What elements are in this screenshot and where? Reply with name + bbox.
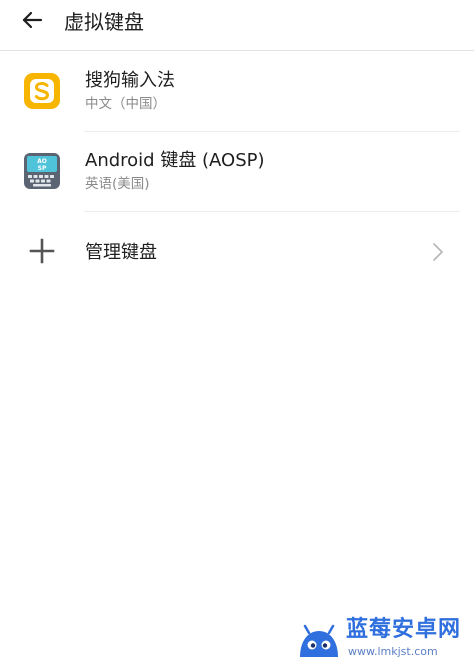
keyboard-item-text: 搜狗输入法 中文（中国）	[85, 68, 434, 114]
keyboard-item-text: Android 键盘 (AOSP) 英语(美国)	[85, 148, 434, 194]
keyboard-language: 英语(美国)	[85, 176, 150, 192]
watermark-name: 蓝莓安卓网	[346, 617, 462, 642]
plus-icon	[23, 232, 61, 270]
keyboard-item-sogou[interactable]: 搜狗输入法 中文（中国）	[0, 52, 474, 132]
svg-text:SP: SP	[38, 165, 47, 172]
page-title: 虚拟键盘	[64, 10, 144, 34]
manage-keyboards-label: 管理键盘	[85, 242, 157, 263]
manage-keyboards-item[interactable]: 管理键盘	[0, 212, 474, 292]
aosp-keyboard-icon: AO SP	[23, 152, 61, 190]
keyboard-language: 中文（中国）	[85, 96, 166, 112]
watermark: 蓝莓安卓网 www.lmkjst.com	[296, 613, 474, 665]
arrow-left-icon	[20, 8, 44, 36]
sogou-icon	[23, 72, 61, 110]
keyboard-list: 搜狗输入法 中文（中国） AO SP Android 键盘 (AOSP) 英语(…	[0, 52, 474, 292]
chevron-right-icon	[432, 242, 444, 262]
keyboard-item-aosp[interactable]: AO SP Android 键盘 (AOSP) 英语(美国)	[0, 132, 474, 212]
watermark-url: www.lmkjst.com	[348, 645, 438, 658]
manage-keyboards-text: 管理键盘	[85, 240, 434, 266]
app-bar: 虚拟键盘	[0, 0, 474, 51]
keyboard-title: 搜狗输入法	[85, 70, 175, 91]
back-button[interactable]	[12, 4, 52, 40]
keyboard-title: Android 键盘 (AOSP)	[85, 150, 265, 171]
android-robot-icon	[296, 617, 342, 663]
svg-text:AO: AO	[37, 158, 47, 165]
